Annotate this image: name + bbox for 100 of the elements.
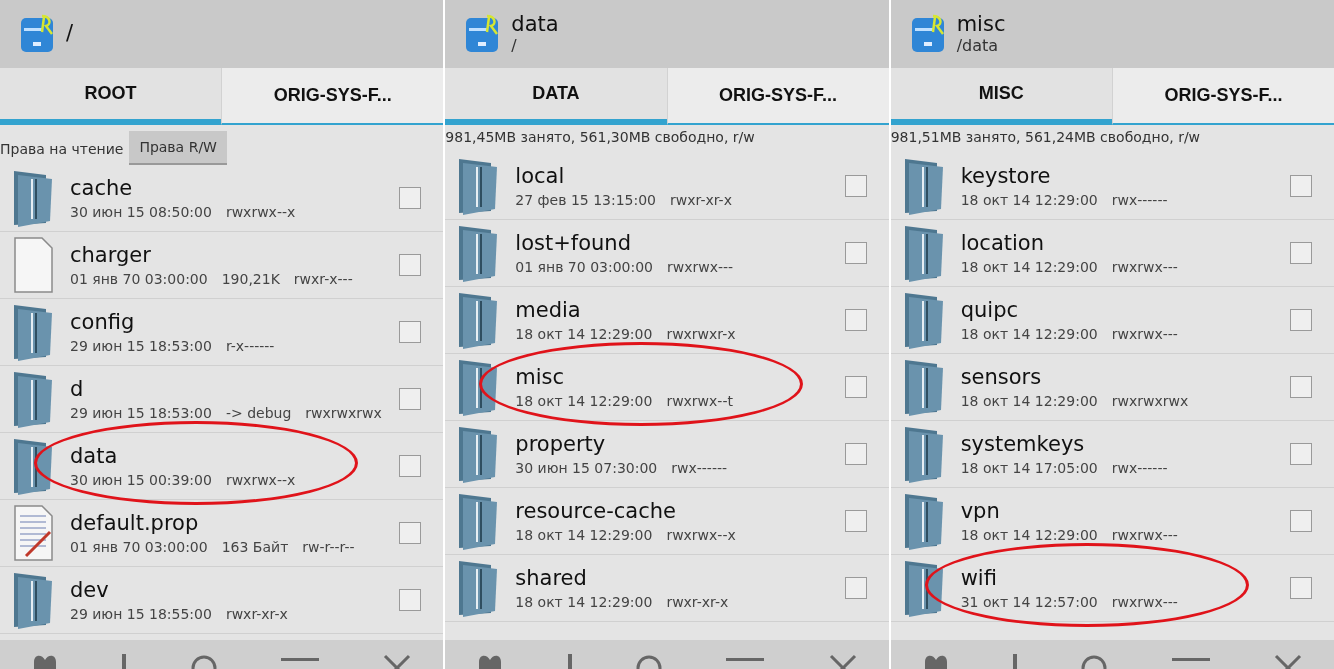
permissions: rwxrwx--- [1111,527,1178,543]
file-name[interactable]: d [70,377,384,401]
permissions: rwxrwxrwx [1111,393,1189,409]
modified-date: 30 июн 15 00:39:00 [70,472,212,488]
permission-button[interactable]: Права на чтение [0,135,124,161]
tab[interactable]: ROOT [0,68,222,125]
permissions: rwxr-xr-x [670,192,732,208]
folder-icon [902,425,945,483]
checkbox[interactable] [844,577,867,599]
checkbox[interactable] [399,187,422,209]
checkbox[interactable] [399,388,422,410]
modified-date: 31 окт 14 12:57:00 [960,594,1098,610]
modified-date: 30 июн 15 07:30:00 [515,460,658,476]
permissions: rwxrwx--x [225,472,296,488]
permissions: rwx------ [671,460,728,476]
permissions: rwx------ [1111,192,1168,208]
checkbox[interactable] [1290,510,1312,532]
app-logo-icon [910,14,947,54]
app-logo-icon [20,14,56,54]
checkbox[interactable] [1290,175,1312,197]
folder-icon [902,224,945,282]
checkbox[interactable] [844,443,867,465]
checkbox[interactable] [1290,376,1312,398]
checkbox[interactable] [844,242,867,264]
folder-icon [902,157,945,215]
tab[interactable]: ORIG-SYS-F... [1111,68,1334,125]
modified-date: 18 окт 14 12:29:00 [960,192,1098,208]
tab[interactable]: ORIG-SYS-F... [666,68,889,125]
checkbox[interactable] [1290,443,1312,465]
modified-date: 01 янв 70 03:00:00 [70,539,208,555]
file-icon [12,236,54,294]
file-name[interactable]: data [70,444,384,468]
tab[interactable]: MISC [890,68,1112,125]
modified-date: 18 окт 14 12:29:00 [515,393,653,409]
folder-icon [457,492,500,550]
file-name[interactable]: quipc [960,298,1274,322]
checkbox[interactable] [1290,242,1312,264]
permission-button[interactable]: Права R/W [129,131,227,165]
permissions: rwxr-xr-x [666,594,729,610]
file-name[interactable]: misc [515,365,829,389]
close-icon[interactable] [1273,654,1302,669]
permissions: rwxrwx--t [666,393,733,409]
file-name[interactable]: shared [515,566,829,590]
permissions: rwxr-xr-x [225,606,288,622]
file-name[interactable]: media [515,298,829,322]
close-icon[interactable] [383,654,412,669]
close-icon[interactable] [828,654,857,669]
folder-title: misc [956,12,1006,37]
file-name[interactable]: config [70,310,384,334]
modified-date: 18 окт 14 12:29:00 [960,326,1098,342]
modified-date: 18 окт 14 17:05:00 [960,460,1098,476]
folder-icon [12,437,54,495]
file-detail: 163 Байт [221,539,289,555]
folder-path: / [511,36,518,56]
search-icon[interactable] [1081,654,1108,669]
folder-icon [902,358,945,416]
tab[interactable]: DATA [445,68,667,125]
file-name[interactable]: local [515,164,829,188]
heart-icon[interactable] [477,654,504,669]
file-name[interactable]: sensors [960,365,1274,389]
file-name[interactable]: resource-cache [515,499,829,523]
checkbox[interactable] [399,522,422,544]
file-name[interactable]: vpn [960,499,1274,523]
heart-icon[interactable] [922,654,949,669]
folder-icon [12,370,54,428]
tab[interactable]: ORIG-SYS-F... [221,68,444,125]
folder-icon [12,169,54,227]
search-icon[interactable] [190,654,217,669]
permissions: rwxrwxrwx [305,405,382,421]
checkbox[interactable] [399,254,422,276]
modified-date: 01 янв 70 03:00:00 [515,259,653,275]
storage-status: 981,51MB занято, 561,24MB свободно, r/w [890,128,1202,147]
heart-icon[interactable] [32,654,59,669]
checkbox[interactable] [844,376,867,398]
file-name[interactable]: charger [70,243,384,267]
checkbox[interactable] [844,510,867,532]
permissions: rwxrwx--- [1111,259,1178,275]
file-name[interactable]: dev [70,578,384,602]
checkbox[interactable] [1290,577,1312,599]
checkbox[interactable] [844,175,867,197]
file-name[interactable]: systemkeys [960,432,1274,456]
file-name[interactable]: location [960,231,1274,255]
folder-icon [902,559,945,617]
file-name[interactable]: property [515,432,829,456]
folder-icon [902,492,945,550]
file-name[interactable]: cache [70,176,384,200]
checkbox[interactable] [399,589,422,611]
checkbox[interactable] [399,321,422,343]
checkbox[interactable] [1290,309,1312,331]
checkbox[interactable] [844,309,867,331]
file-name[interactable]: wifi [960,566,1274,590]
checkbox[interactable] [399,455,422,477]
permissions: rwxrwx--- [1111,594,1178,610]
file-name[interactable]: default.prop [70,511,384,535]
permissions: rwxr-x--- [293,271,353,287]
file-name[interactable]: lost+found [515,231,829,255]
search-icon[interactable] [636,654,662,669]
modified-date: 18 окт 14 12:29:00 [960,527,1098,543]
file-name[interactable]: keystore [960,164,1274,188]
folder-icon [12,571,54,629]
